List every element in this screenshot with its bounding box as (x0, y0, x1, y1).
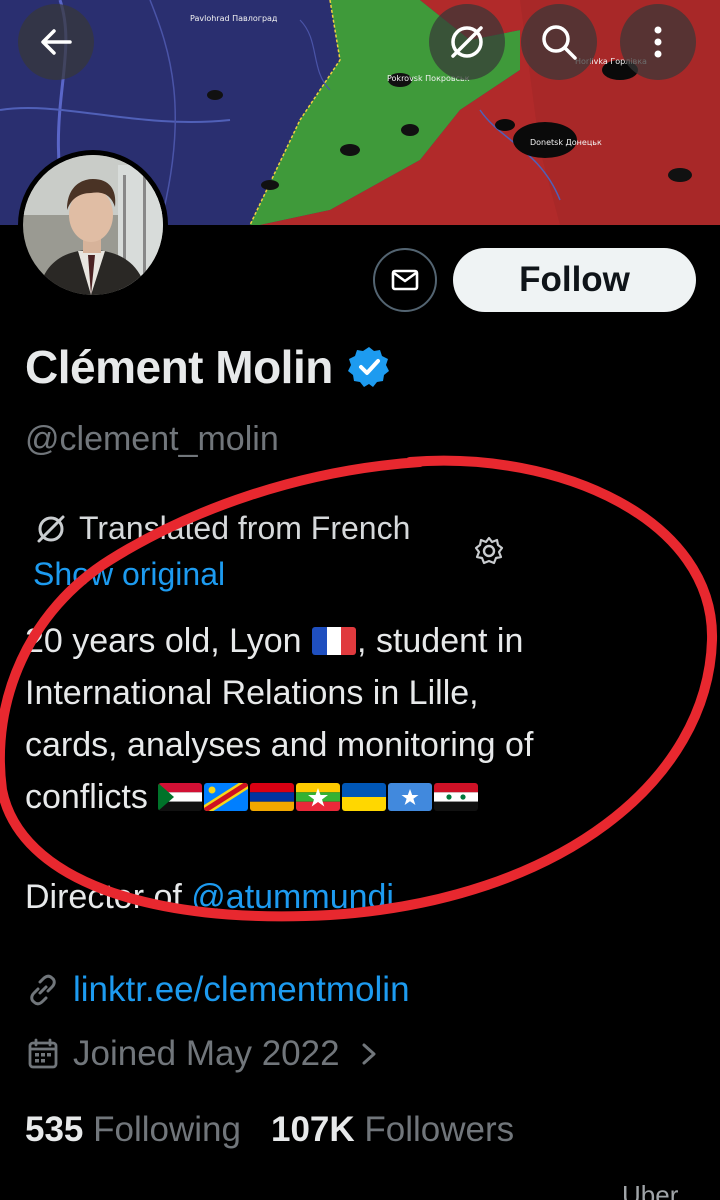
link-icon (30, 974, 56, 1006)
profile-name: Clément Molin (25, 341, 333, 393)
translate-off-icon (37, 515, 65, 542)
translation-notice: Translated from French (33, 510, 410, 547)
follow-stats: 535 Following 107K Followers (25, 1110, 514, 1150)
corner-text: Uber (622, 1180, 679, 1200)
show-original-link[interactable]: Show original (33, 556, 225, 593)
bio-line-4: conflicts (25, 778, 148, 816)
more-vertical-icon (654, 26, 662, 58)
profile-handle: @clement_molin (25, 420, 279, 458)
profile-bio: 20 years old, Lyon , student in Internat… (25, 615, 665, 823)
flag-armenia-icon (250, 783, 295, 811)
director-line: Director of @atummundi (25, 878, 394, 917)
translate-off-icon (451, 26, 483, 58)
verified-badge-icon[interactable] (347, 345, 391, 389)
bio-line-2: International Relations in Lille, (25, 674, 479, 712)
chevron-right-icon (362, 1043, 376, 1065)
flag-drc-icon (204, 783, 249, 811)
following-count: 535 (25, 1110, 84, 1149)
followers-label: Followers (364, 1110, 515, 1149)
envelope-icon (391, 269, 419, 291)
translation-notice-text: Translated from French (79, 510, 411, 546)
flag-syria-icon (434, 783, 479, 811)
map-label-pavlohrad: Pavlohrad Павлоград (190, 14, 278, 23)
search-icon (542, 25, 577, 60)
website-row[interactable]: linktr.ee/clementmolin (25, 970, 410, 1010)
followers-stat[interactable]: 107K Followers (271, 1110, 514, 1149)
translate-button[interactable] (429, 4, 505, 80)
director-mention-link[interactable]: @atummundi (191, 878, 394, 916)
following-label: Following (93, 1110, 241, 1149)
joined-row[interactable]: Joined May 2022 (25, 1034, 380, 1074)
flag-ukraine-icon (342, 783, 387, 811)
bio-line-1-rest: , student in (357, 622, 524, 660)
bio-line-3: cards, analyses and monitoring of (25, 726, 534, 764)
more-options-button[interactable] (620, 4, 696, 80)
avatar[interactable] (18, 150, 168, 300)
follow-button[interactable]: Follow (453, 248, 696, 312)
profile-name-row: Clément Molin (25, 337, 391, 397)
flag-myanmar-icon (296, 783, 341, 811)
flag-somalia-icon (388, 783, 433, 811)
gear-icon[interactable] (473, 535, 505, 567)
flag-sudan-icon (158, 783, 203, 811)
flag-france-icon (312, 627, 357, 655)
avatar-photo (23, 155, 163, 295)
joined-date: Joined May 2022 (73, 1034, 340, 1073)
calendar-icon (28, 1038, 58, 1069)
director-prefix: Director of (25, 878, 192, 916)
search-button[interactable] (521, 4, 597, 80)
following-stat[interactable]: 535 Following (25, 1110, 241, 1149)
back-button[interactable] (18, 4, 94, 80)
map-label-donetsk: Donetsk Донецьк (530, 138, 602, 147)
message-button[interactable] (373, 248, 437, 312)
website-link[interactable]: linktr.ee/clementmolin (73, 970, 410, 1010)
bio-line-1: 20 years old, Lyon (25, 622, 302, 660)
followers-count: 107K (271, 1110, 355, 1149)
arrow-left-icon (41, 29, 72, 55)
